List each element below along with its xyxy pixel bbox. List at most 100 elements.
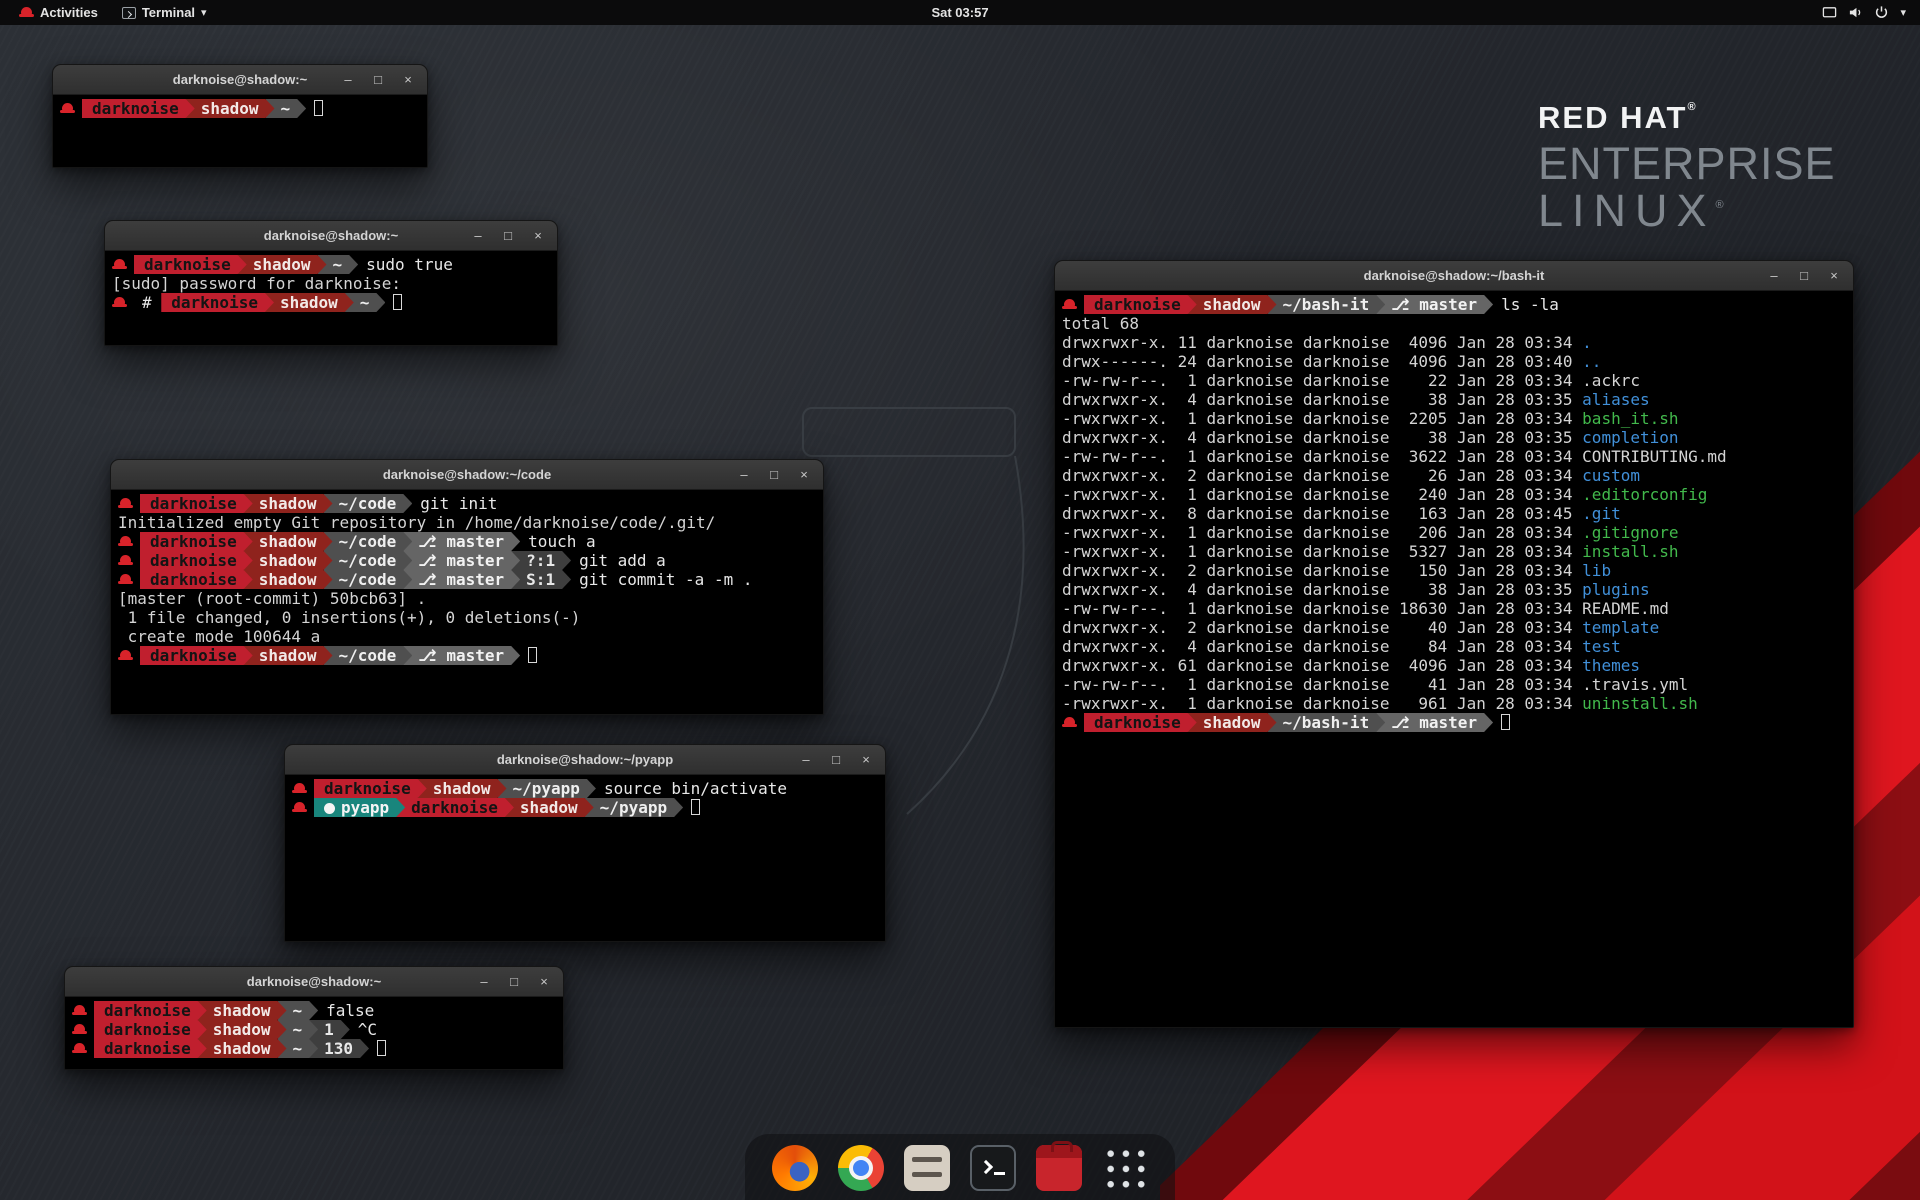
- firefox-icon-shape: [772, 1145, 818, 1191]
- terminal-line: drwxrwxr-x. 4 darknoise darknoise 38 Jan…: [1062, 580, 1846, 599]
- close-button[interactable]: ×: [857, 751, 875, 769]
- output-text: create mode 100644 a: [118, 627, 320, 646]
- redhat-prompt-icon: [292, 801, 307, 814]
- directory-name: completion: [1582, 428, 1678, 447]
- command-text: source bin/activate: [604, 779, 787, 798]
- window-titlebar[interactable]: darknoise@shadow:~/code – □ ×: [111, 460, 823, 490]
- toolbox-icon[interactable]: [1033, 1142, 1085, 1194]
- system-status-area[interactable]: ▾: [1808, 0, 1920, 25]
- directory-name: template: [1582, 618, 1659, 637]
- directory-name: plugins: [1582, 580, 1649, 599]
- window-title: darknoise@shadow:~/bash-it: [1055, 268, 1853, 283]
- minimize-button[interactable]: –: [339, 71, 357, 89]
- output-text: -rwxrwxr-x. 1 darknoise darknoise 961 Ja…: [1062, 694, 1582, 713]
- terminal-line: darknoiseshadow~/codegit init: [118, 494, 816, 513]
- minimize-button[interactable]: –: [475, 973, 493, 991]
- minimize-button[interactable]: –: [469, 227, 487, 245]
- command-text: false: [326, 1001, 374, 1020]
- output-text: -rw-rw-r--. 1 darknoise darknoise 18630 …: [1062, 599, 1669, 618]
- close-button[interactable]: ×: [1825, 267, 1843, 285]
- terminal-line: drwxrwxr-x. 4 darknoise darknoise 84 Jan…: [1062, 637, 1846, 656]
- terminal-line: drwxrwxr-x. 4 darknoise darknoise 38 Jan…: [1062, 428, 1846, 447]
- command-text: sudo true: [366, 255, 453, 274]
- minimize-button[interactable]: –: [735, 466, 753, 484]
- top-panel: Activities Terminal ▾ Sat 03:57 ▾: [0, 0, 1920, 25]
- terminal-line: darknoiseshadow~1^C: [72, 1020, 556, 1039]
- prompt-user-segment: darknoise: [94, 1001, 207, 1020]
- prompt-user-segment: darknoise: [82, 99, 195, 118]
- git-branch-segment: ⎇ master: [403, 570, 520, 589]
- terminal-line: drwxrwxr-x. 2 darknoise darknoise 150 Ja…: [1062, 561, 1846, 580]
- maximize-button[interactable]: □: [1795, 267, 1813, 285]
- terminal-line: -rwxrwxr-x. 1 darknoise darknoise 2205 J…: [1062, 409, 1846, 428]
- window-titlebar[interactable]: darknoise@shadow:~ – □ ×: [53, 65, 427, 95]
- terminal-icon[interactable]: [967, 1142, 1019, 1194]
- minimize-button[interactable]: –: [1765, 267, 1783, 285]
- files-icon[interactable]: [901, 1142, 953, 1194]
- terminal-content-area[interactable]: darknoiseshadow~: [53, 95, 427, 167]
- app-menu-terminal[interactable]: Terminal ▾: [113, 0, 216, 25]
- output-text: drwx------. 24 darknoise darknoise 4096 …: [1062, 352, 1582, 371]
- maximize-button[interactable]: □: [505, 973, 523, 991]
- terminal-line: pyappdarknoiseshadow~/pyapp: [292, 798, 878, 817]
- terminal-cursor: [314, 100, 323, 116]
- terminal-line: 1 file changed, 0 insertions(+), 0 delet…: [118, 608, 816, 627]
- terminal-content-area[interactable]: darknoiseshadow~/codegit initInitialized…: [111, 490, 823, 714]
- command-text: git commit -a -m .: [579, 570, 752, 589]
- terminal-cursor: [691, 799, 700, 815]
- close-button[interactable]: ×: [399, 71, 417, 89]
- window-titlebar[interactable]: darknoise@shadow:~ – □ ×: [65, 967, 563, 997]
- directory-name: themes: [1582, 656, 1640, 675]
- maximize-button[interactable]: □: [499, 227, 517, 245]
- minimize-button[interactable]: –: [797, 751, 815, 769]
- chrome-icon-shape: [838, 1145, 884, 1191]
- prompt-host-segment: shadow: [244, 532, 333, 551]
- terminal-content-area[interactable]: darknoiseshadow~/bash-it⎇ masterls -lato…: [1055, 291, 1853, 1027]
- activities-button[interactable]: Activities: [10, 0, 107, 25]
- terminal-content-area[interactable]: darknoiseshadow~sudo true[sudo] password…: [105, 251, 557, 345]
- command-text: ls -la: [1501, 295, 1559, 314]
- prompt-host-segment: shadow: [244, 494, 333, 513]
- terminal-line: -rw-rw-r--. 1 darknoise darknoise 3622 J…: [1062, 447, 1846, 466]
- redhat-prompt-icon: [292, 782, 307, 795]
- git-branch-segment: ⎇ master: [1376, 713, 1493, 732]
- prompt-user-segment: darknoise: [140, 494, 253, 513]
- close-button[interactable]: ×: [535, 973, 553, 991]
- prompt-user-segment: darknoise: [140, 532, 253, 551]
- prompt-host-segment: shadow: [198, 1039, 287, 1058]
- output-text: total 68: [1062, 314, 1139, 333]
- clock[interactable]: Sat 03:57: [931, 5, 988, 20]
- output-text: [sudo] password for darknoise:: [112, 274, 411, 293]
- terminal-app-icon: [122, 7, 136, 19]
- maximize-button[interactable]: □: [369, 71, 387, 89]
- terminal-content-area[interactable]: darknoiseshadow~/pyappsource bin/activat…: [285, 775, 885, 941]
- terminal-line: # darknoiseshadow~: [112, 293, 550, 312]
- output-text: [master (root-commit) 50bcb63] .: [118, 589, 426, 608]
- prompt-user-segment: darknoise: [94, 1020, 207, 1039]
- chrome-icon[interactable]: [835, 1142, 887, 1194]
- directory-name: lib: [1582, 561, 1611, 580]
- terminal-line: darknoiseshadow~sudo true: [112, 255, 550, 274]
- app-grid-icon[interactable]: [1099, 1142, 1151, 1194]
- close-button[interactable]: ×: [795, 466, 813, 484]
- app-menu-label: Terminal: [142, 5, 195, 20]
- prompt-host-segment: shadow: [238, 255, 327, 274]
- prompt-user-segment: darknoise: [1084, 713, 1197, 732]
- terminal-line: -rwxrwxr-x. 1 darknoise darknoise 206 Ja…: [1062, 523, 1846, 542]
- window-titlebar[interactable]: darknoise@shadow:~/bash-it – □ ×: [1055, 261, 1853, 291]
- maximize-button[interactable]: □: [765, 466, 783, 484]
- terminal-line: darknoiseshadow~/pyappsource bin/activat…: [292, 779, 878, 798]
- close-button[interactable]: ×: [529, 227, 547, 245]
- terminal-line: -rw-rw-r--. 1 darknoise darknoise 18630 …: [1062, 599, 1846, 618]
- output-text: Initialized empty Git repository in /hom…: [118, 513, 715, 532]
- window-titlebar[interactable]: darknoise@shadow:~/pyapp – □ ×: [285, 745, 885, 775]
- files-icon-shape: [904, 1145, 950, 1191]
- output-text: drwxrwxr-x. 2 darknoise darknoise 150 Ja…: [1062, 561, 1582, 580]
- terminal-line: drwxrwxr-x. 11 darknoise darknoise 4096 …: [1062, 333, 1846, 352]
- maximize-button[interactable]: □: [827, 751, 845, 769]
- firefox-icon[interactable]: [769, 1142, 821, 1194]
- output-text: -rw-rw-r--. 1 darknoise darknoise 3622 J…: [1062, 447, 1727, 466]
- terminal-content-area[interactable]: darknoiseshadow~falsedarknoiseshadow~1^C…: [65, 997, 563, 1069]
- window-titlebar[interactable]: darknoise@shadow:~ – □ ×: [105, 221, 557, 251]
- output-text: drwxrwxr-x. 4 darknoise darknoise 38 Jan…: [1062, 390, 1582, 409]
